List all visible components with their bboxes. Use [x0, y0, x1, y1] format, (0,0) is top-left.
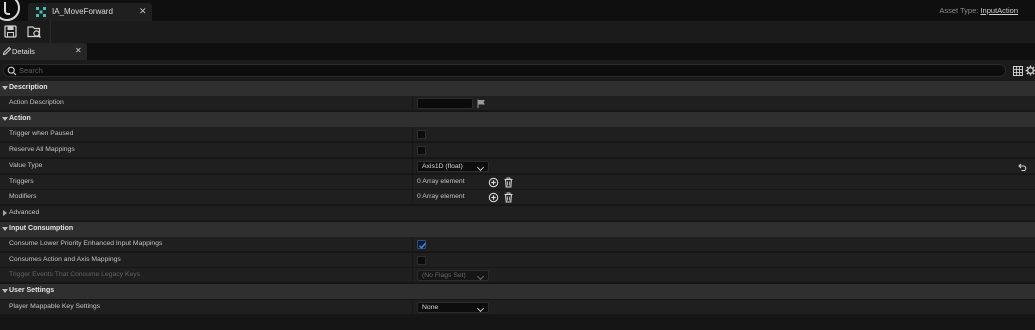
- property-label: Action Description: [9, 99, 64, 106]
- input-action-icon: [36, 7, 46, 17]
- row-trigger-events-legacy: Trigger Events That Consume Legacy Keys …: [0, 268, 1035, 283]
- column-separator: [412, 159, 413, 174]
- property-label: Value Type: [9, 162, 43, 169]
- row-player-mappable: Player Mappable Key Settings None: [0, 300, 1035, 315]
- row-consumes-action-axis: Consumes Action and Axis Mappings: [0, 253, 1035, 268]
- asset-type-label: Asset Type:: [939, 6, 979, 15]
- column-separator: [412, 253, 413, 268]
- property-label: Triggers: [9, 178, 34, 185]
- details-search-row: [0, 60, 1035, 81]
- section-description[interactable]: Description: [0, 81, 1035, 96]
- expand-caret-icon: [2, 86, 8, 90]
- search-input[interactable]: [19, 65, 999, 76]
- dropdown-value: Axis1D (float): [422, 163, 463, 170]
- close-details-icon[interactable]: ✕: [75, 46, 82, 55]
- toolbar-divider: [50, 21, 51, 43]
- details-tab[interactable]: Details ✕: [0, 43, 87, 60]
- row-advanced[interactable]: Advanced: [0, 206, 1035, 221]
- chevron-down-icon: [476, 272, 485, 281]
- property-label: Trigger when Paused: [9, 130, 74, 137]
- search-box: [3, 64, 1006, 77]
- asset-type-indicator: Asset Type: InputAction: [939, 6, 1018, 15]
- property-label: Modifiers: [9, 193, 37, 200]
- consume-lower-priority-checkbox[interactable]: [417, 240, 427, 249]
- player-mappable-dropdown[interactable]: None: [417, 302, 489, 313]
- row-modifiers: Modifiers 0 Array element: [0, 190, 1035, 205]
- section-title: Input Consumption: [9, 225, 74, 232]
- section-action[interactable]: Action: [0, 112, 1035, 127]
- asset-editor-tab[interactable]: IA_MoveForward ✕: [28, 3, 152, 21]
- property-label: Advanced: [9, 209, 40, 216]
- trigger-events-flags-dropdown: (No Flags Set): [417, 270, 489, 281]
- chevron-down-icon: [476, 304, 485, 313]
- trash-icon[interactable]: [503, 177, 514, 188]
- details-tab-label: Details: [12, 47, 35, 56]
- expand-caret-icon: [3, 210, 7, 216]
- row-reserve-all-mappings: Reserve All Mappings: [0, 143, 1035, 158]
- value-type-dropdown[interactable]: Axis1D (float): [417, 161, 489, 172]
- dropdown-value: None: [422, 304, 439, 311]
- localization-flag-icon[interactable]: [477, 99, 486, 108]
- add-element-icon[interactable]: [488, 192, 499, 203]
- row-consume-lower-priority: Consume Lower Priority Enhanced Input Ma…: [0, 237, 1035, 252]
- section-title: Action: [9, 115, 31, 122]
- array-count: 0 Array element: [417, 178, 465, 185]
- expand-caret-icon: [2, 117, 8, 121]
- unreal-logo-icon[interactable]: [0, 0, 20, 21]
- section-title: User Settings: [9, 287, 55, 294]
- column-separator: [412, 190, 413, 205]
- close-tab-icon[interactable]: ✕: [139, 6, 147, 17]
- trash-icon[interactable]: [503, 192, 514, 203]
- empty-panel-area: [0, 316, 1035, 330]
- dropdown-value: (No Flags Set): [422, 272, 466, 279]
- consumes-action-axis-checkbox[interactable]: [417, 256, 426, 265]
- section-title: Description: [9, 84, 48, 91]
- panel-tab-bar: Details ✕: [0, 43, 1035, 60]
- property-label: Player Mappable Key Settings: [9, 303, 101, 310]
- column-separator: [412, 300, 413, 315]
- toolbar: [0, 21, 1035, 43]
- reserve-all-mappings-checkbox[interactable]: [417, 146, 426, 155]
- property-label: Consumes Action and Axis Mappings: [9, 256, 121, 263]
- add-element-icon[interactable]: [488, 177, 499, 188]
- row-triggers: Triggers 0 Array element: [0, 175, 1035, 190]
- column-separator: [412, 127, 413, 142]
- section-input-consumption[interactable]: Input Consumption: [0, 222, 1035, 237]
- property-label: Reserve All Mappings: [9, 146, 75, 153]
- browse-to-asset-icon[interactable]: [26, 24, 43, 40]
- column-separator: [412, 96, 413, 111]
- expand-caret-icon: [2, 227, 8, 231]
- pencil-icon: [2, 46, 12, 56]
- row-trigger-when-paused: Trigger when Paused: [0, 127, 1035, 142]
- expand-caret-icon: [2, 289, 8, 293]
- asset-type-link[interactable]: InputAction: [980, 6, 1018, 15]
- column-separator: [412, 143, 413, 158]
- title-bar: IA_MoveForward ✕ Asset Type: InputAction: [0, 0, 1035, 21]
- checkmark-icon: [419, 242, 427, 249]
- reset-to-default-icon[interactable]: [1018, 162, 1027, 171]
- row-value-type: Value Type Axis1D (float): [0, 159, 1035, 174]
- row-action-description: Action Description: [0, 96, 1035, 111]
- action-description-input[interactable]: [417, 98, 473, 109]
- property-label: Consume Lower Priority Enhanced Input Ma…: [9, 240, 163, 247]
- asset-tab-title: IA_MoveForward: [52, 7, 113, 16]
- column-separator: [412, 268, 413, 283]
- save-icon[interactable]: [3, 24, 20, 40]
- property-label: Trigger Events That Consume Legacy Keys: [9, 271, 141, 278]
- settings-gear-icon[interactable]: [1025, 65, 1035, 76]
- column-separator: [412, 175, 413, 190]
- section-user-settings[interactable]: User Settings: [0, 284, 1035, 299]
- property-matrix-icon[interactable]: [1013, 66, 1023, 76]
- trigger-when-paused-checkbox[interactable]: [417, 130, 426, 139]
- column-separator: [412, 237, 413, 252]
- chevron-down-icon: [476, 163, 485, 172]
- array-count: 0 Array element: [417, 193, 465, 200]
- search-icon: [7, 66, 17, 76]
